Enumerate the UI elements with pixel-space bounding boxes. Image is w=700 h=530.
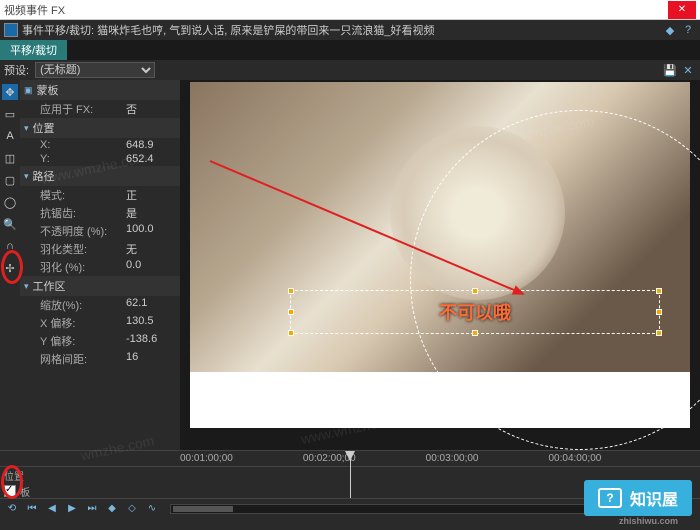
x-label: X: xyxy=(40,139,126,151)
selection-rect[interactable]: 不可以哦 xyxy=(290,290,660,334)
overlay-text: 不可以哦 xyxy=(439,299,511,325)
properties-panel: ▣蒙板 应用于 FX:否 ▾位置 X:648.9 Y:652.4 ▾路径 模式:… xyxy=(20,80,180,450)
group-mask[interactable]: ▣蒙板 xyxy=(20,80,180,100)
tab-pan-crop[interactable]: 平移/裁切 xyxy=(0,40,67,60)
preset-bar: 预设: (无标题) 💾 ✕ xyxy=(0,60,700,80)
monitor-icon xyxy=(598,488,622,508)
nav-next-icon[interactable]: ▶ xyxy=(64,501,80,517)
help-icon[interactable]: ? xyxy=(680,22,696,38)
sync-icon[interactable]: ⟲ xyxy=(4,501,20,517)
nav-first-icon[interactable]: ⏮ xyxy=(24,501,40,517)
color-swatch xyxy=(4,23,18,37)
close-button[interactable]: ✕ xyxy=(668,1,696,19)
mode-value[interactable]: 正 xyxy=(126,187,176,203)
playhead[interactable] xyxy=(350,451,351,498)
preset-label: 预设: xyxy=(4,62,29,78)
group-position[interactable]: ▾位置 xyxy=(20,118,180,138)
grid-value[interactable]: 16 xyxy=(126,351,176,367)
opacity-value[interactable]: 100.0 xyxy=(126,223,176,239)
key-del-icon[interactable]: ◇ xyxy=(124,501,140,517)
event-header: 事件平移/裁切: 猫咪炸毛也哼, 气到说人话, 原来是铲屎的带回来一只流浪猫_好… xyxy=(0,20,700,40)
tool-select[interactable]: ▭ xyxy=(2,106,18,122)
y-value[interactable]: 652.4 xyxy=(126,153,176,165)
scrollbar-thumb[interactable] xyxy=(173,506,233,512)
aa-value[interactable]: 是 xyxy=(126,205,176,221)
annotation-circle-2 xyxy=(1,465,23,499)
tool-b[interactable]: ◫ xyxy=(2,150,18,166)
handle-bl[interactable] xyxy=(288,330,294,336)
annotation-circle-1 xyxy=(1,250,23,284)
tool-circle[interactable]: ◯ xyxy=(2,194,18,210)
yoff-value[interactable]: -138.6 xyxy=(126,333,176,349)
tab-bar: 平移/裁切 xyxy=(0,40,700,60)
delete-preset-icon[interactable]: ✕ xyxy=(680,62,696,78)
nav-prev-icon[interactable]: ◀ xyxy=(44,501,60,517)
x-value[interactable]: 648.9 xyxy=(126,139,176,151)
titlebar: 视频事件 FX ✕ xyxy=(0,0,700,20)
group-path[interactable]: ▾路径 xyxy=(20,166,180,186)
handle-br[interactable] xyxy=(656,330,662,336)
feather-value[interactable]: 无 xyxy=(126,241,176,257)
fx-icon[interactable]: ◆ xyxy=(662,22,678,38)
timeline-scrollbar[interactable] xyxy=(170,504,630,514)
preset-select[interactable]: (无标题) xyxy=(35,62,155,78)
nav-last-icon[interactable]: ⏭ xyxy=(84,501,100,517)
handle-lm[interactable] xyxy=(288,309,294,315)
curve-icon[interactable]: ∿ xyxy=(144,501,160,517)
handle-tm[interactable] xyxy=(472,288,478,294)
save-preset-icon[interactable]: 💾 xyxy=(662,62,678,78)
apply-fx-label: 应用于 FX: xyxy=(40,101,126,117)
tool-a[interactable]: A xyxy=(2,128,18,144)
window-title: 视频事件 FX xyxy=(4,2,65,18)
handle-bm[interactable] xyxy=(472,330,478,336)
handle-tl[interactable] xyxy=(288,288,294,294)
featherpct-value[interactable]: 0.0 xyxy=(126,259,176,275)
handle-rm[interactable] xyxy=(656,309,662,315)
apply-fx-value[interactable]: 否 xyxy=(126,101,176,117)
handle-tr[interactable] xyxy=(656,288,662,294)
event-title: 事件平移/裁切: 猫咪炸毛也哼, 气到说人话, 原来是铲屎的带回来一只流浪猫_好… xyxy=(22,22,435,38)
tool-zoom[interactable]: 🔍 xyxy=(2,216,18,232)
tool-arrow[interactable]: ✥ xyxy=(2,84,18,100)
zoom-value[interactable]: 62.1 xyxy=(126,297,176,313)
xoff-value[interactable]: 130.5 xyxy=(126,315,176,331)
key-add-icon[interactable]: ◆ xyxy=(104,501,120,517)
canvas[interactable]: 不可以哦 xyxy=(180,80,700,450)
y-label: Y: xyxy=(40,153,126,165)
brand-logo: 知识屋 zhishiwu.com xyxy=(584,480,692,516)
group-workarea[interactable]: ▾工作区 xyxy=(20,276,180,296)
tool-rect[interactable]: ▢ xyxy=(2,172,18,188)
